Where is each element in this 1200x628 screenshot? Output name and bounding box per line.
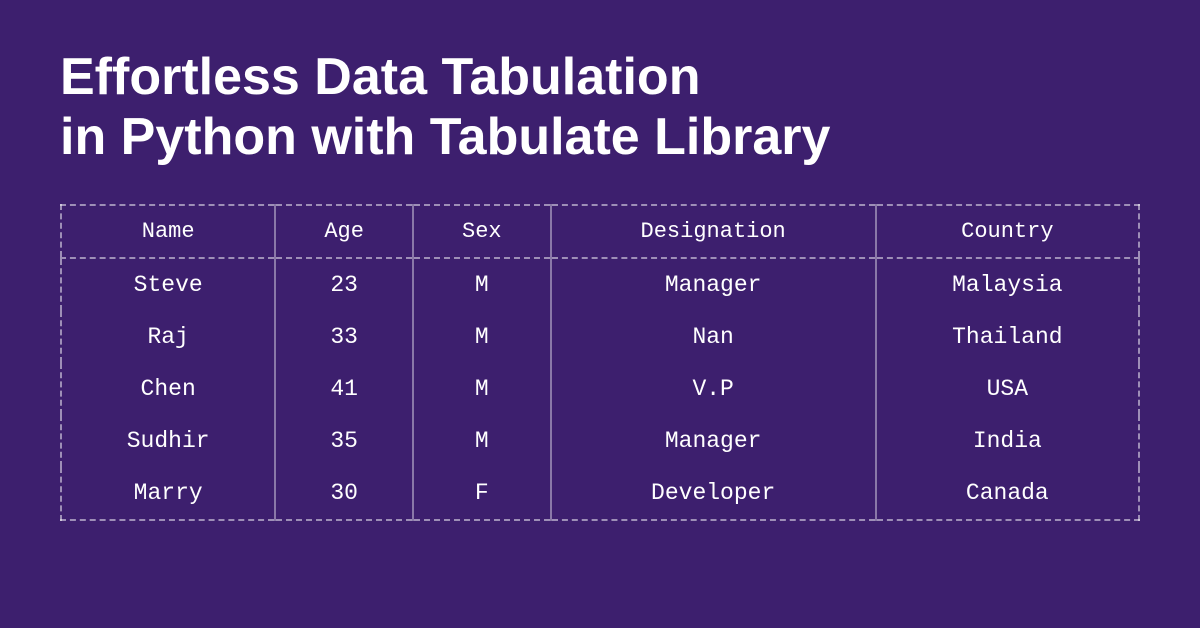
title-line2: in Python with Tabulate Library [60, 108, 830, 166]
cell-3-2: M [413, 415, 551, 467]
table-row: Chen41MV.PUSA [61, 363, 1139, 415]
cell-0-4: Malaysia [876, 258, 1139, 311]
table-container: Name Age Sex Designation Country Steve23… [60, 204, 1140, 521]
cell-2-1: 41 [275, 363, 413, 415]
cell-4-4: Canada [876, 467, 1139, 520]
cell-1-2: M [413, 311, 551, 363]
cell-0-2: M [413, 258, 551, 311]
cell-2-4: USA [876, 363, 1139, 415]
table-row: Sudhir35MManagerIndia [61, 415, 1139, 467]
cell-0-1: 23 [275, 258, 413, 311]
data-table: Name Age Sex Designation Country Steve23… [60, 204, 1140, 521]
cell-1-0: Raj [61, 311, 275, 363]
col-header-name: Name [61, 205, 275, 258]
cell-1-1: 33 [275, 311, 413, 363]
cell-1-4: Thailand [876, 311, 1139, 363]
cell-3-4: India [876, 415, 1139, 467]
cell-1-3: Nan [551, 311, 876, 363]
table-header-row: Name Age Sex Designation Country [61, 205, 1139, 258]
cell-0-3: Manager [551, 258, 876, 311]
table-row: Steve23MManagerMalaysia [61, 258, 1139, 311]
cell-3-0: Sudhir [61, 415, 275, 467]
cell-3-1: 35 [275, 415, 413, 467]
cell-3-3: Manager [551, 415, 876, 467]
cell-4-2: F [413, 467, 551, 520]
table-row: Marry30FDeveloperCanada [61, 467, 1139, 520]
cell-4-0: Marry [61, 467, 275, 520]
title-line1: Effortless Data Tabulation [60, 48, 700, 106]
col-header-country: Country [876, 205, 1139, 258]
col-header-designation: Designation [551, 205, 876, 258]
cell-2-0: Chen [61, 363, 275, 415]
cell-2-2: M [413, 363, 551, 415]
table-row: Raj33MNanThailand [61, 311, 1139, 363]
cell-2-3: V.P [551, 363, 876, 415]
page-title: Effortless Data Tabulation in Python wit… [60, 48, 830, 168]
col-header-age: Age [275, 205, 413, 258]
col-header-sex: Sex [413, 205, 551, 258]
cell-4-1: 30 [275, 467, 413, 520]
cell-0-0: Steve [61, 258, 275, 311]
cell-4-3: Developer [551, 467, 876, 520]
